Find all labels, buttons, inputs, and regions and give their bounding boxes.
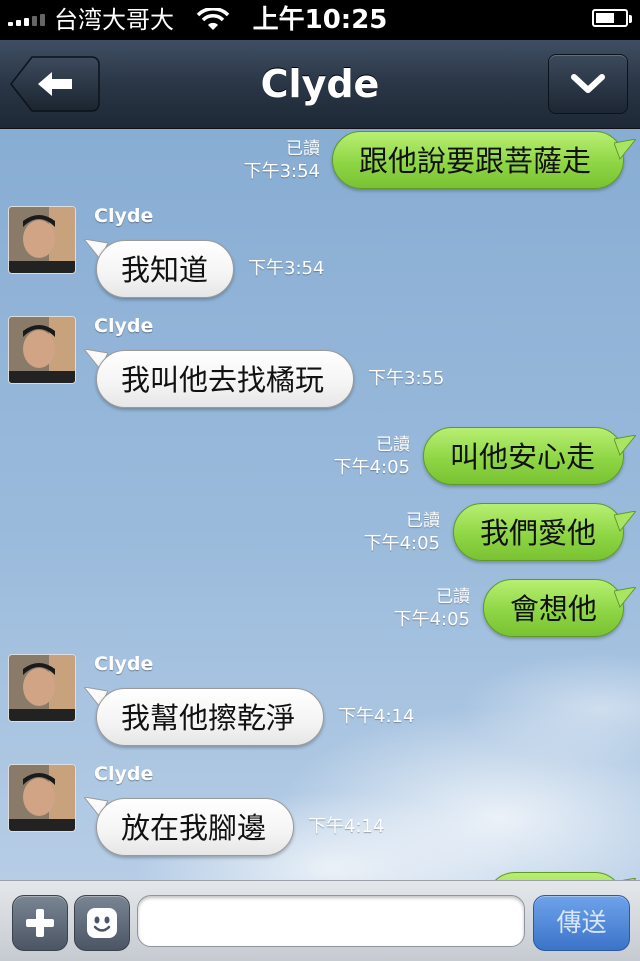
message-time: 下午4:14	[338, 706, 415, 727]
message-bubble[interactable]: 叫他安心走	[423, 427, 624, 485]
message-input-bar: 傳送	[0, 880, 640, 961]
message-bubble[interactable]: 會想他	[483, 579, 624, 637]
read-receipt: 已讀	[406, 511, 440, 531]
read-receipt: 已讀	[376, 435, 410, 455]
chat-history[interactable]: 已讀 下午3:54 跟他說要跟菩薩走 Clyde 我知道 下午3:54 Clyd…	[0, 129, 640, 880]
message-bubble[interactable]: 我叫他去找橘玩	[96, 350, 354, 408]
message-time: 下午3:54	[248, 258, 325, 279]
read-receipt: 已讀	[436, 587, 470, 607]
navigation-bar: Clyde	[0, 40, 640, 129]
status-time: 上午10:25	[252, 5, 388, 35]
attach-button[interactable]	[12, 895, 68, 951]
message-time: 下午4:05	[333, 457, 410, 478]
message-time: 下午3:54	[243, 161, 320, 182]
message-bubble-partial	[486, 872, 624, 880]
chevron-down-icon	[571, 74, 605, 93]
message-bubble[interactable]: 我們愛他	[453, 503, 624, 561]
status-bar: 台湾大哥大 上午10:25	[0, 0, 640, 40]
message-bubble[interactable]: 跟他說要跟菩薩走	[332, 131, 624, 189]
message-time: 下午3:55	[368, 368, 445, 389]
read-receipt: 已讀	[286, 139, 320, 159]
smiley-icon	[87, 908, 117, 938]
avatar[interactable]	[8, 206, 76, 274]
chat-title: Clyde	[260, 62, 380, 106]
sender-name: Clyde	[94, 315, 154, 337]
menu-dropdown-button[interactable]	[548, 54, 628, 114]
plus-icon	[26, 909, 54, 937]
message-bubble[interactable]: 放在我腳邊	[96, 798, 294, 856]
message-bubble[interactable]: 我知道	[96, 240, 234, 298]
message-time: 下午4:05	[393, 609, 470, 630]
message-time: 下午4:14	[308, 816, 385, 837]
sender-name: Clyde	[94, 763, 154, 785]
avatar[interactable]	[8, 316, 76, 384]
battery-icon	[592, 9, 632, 27]
message-input[interactable]	[137, 895, 525, 947]
avatar[interactable]	[8, 764, 76, 832]
message-bubble[interactable]: 我幫他擦乾淨	[96, 688, 324, 746]
sender-name: Clyde	[94, 205, 154, 227]
sticker-button[interactable]	[74, 895, 130, 951]
avatar[interactable]	[8, 654, 76, 722]
sender-name: Clyde	[94, 653, 154, 675]
send-button[interactable]: 傳送	[533, 895, 630, 951]
message-time: 下午4:05	[363, 533, 440, 554]
